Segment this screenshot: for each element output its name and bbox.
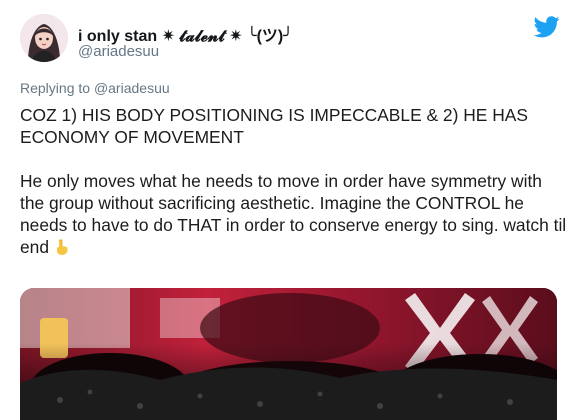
replying-prefix: Replying to bbox=[20, 80, 94, 96]
tweet-paragraph-2: He only moves what he needs to move in o… bbox=[20, 170, 568, 258]
replying-handle-link[interactable]: @ariadesuu bbox=[94, 80, 170, 96]
replying-to: Replying to @ariadesuu bbox=[20, 80, 170, 96]
tweet-header: i only stan ✷ 𝓽𝓪𝓵𝓮𝓷𝓽 ✷ ╰(ツ)╯ @ariadesuu bbox=[20, 14, 560, 70]
twitter-bird-icon[interactable] bbox=[533, 16, 560, 38]
tweet-text: COZ 1) HIS BODY POSITIONING IS IMPECCABL… bbox=[20, 104, 568, 258]
tweet-card: i only stan ✷ 𝓽𝓪𝓵𝓮𝓷𝓽 ✷ ╰(ツ)╯ @ariadesuu … bbox=[0, 0, 579, 420]
avatar-illustration bbox=[20, 14, 68, 62]
tweet-paragraph-2-text: He only moves what he needs to move in o… bbox=[20, 171, 567, 257]
avatar[interactable] bbox=[20, 14, 68, 62]
pointing-down-emoji bbox=[53, 238, 71, 256]
user-handle[interactable]: @ariadesuu bbox=[78, 43, 159, 60]
tweet-paragraph-1: COZ 1) HIS BODY POSITIONING IS IMPECCABL… bbox=[20, 105, 528, 147]
video-thumbnail bbox=[20, 288, 557, 420]
tweet-media-video[interactable] bbox=[20, 288, 557, 420]
